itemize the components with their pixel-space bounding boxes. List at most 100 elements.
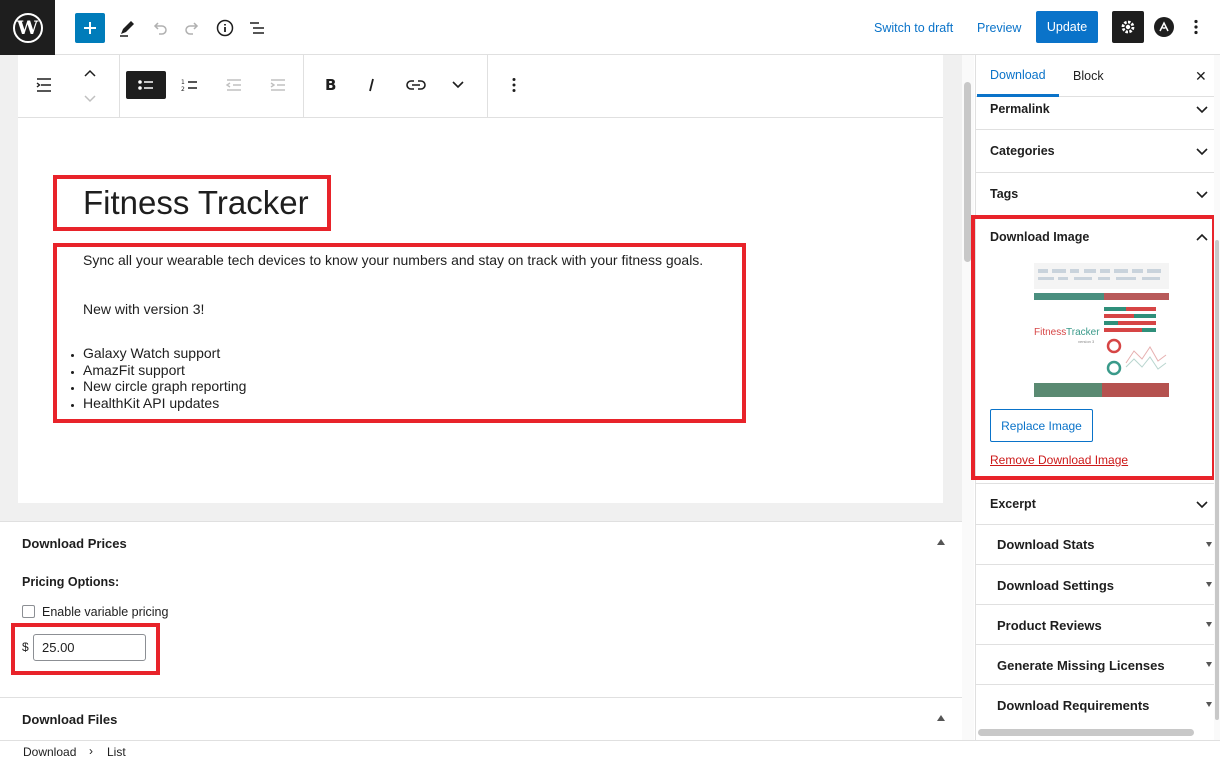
breadcrumb-item-list[interactable]: List <box>107 745 126 757</box>
indent-button[interactable] <box>258 71 298 99</box>
price-input[interactable] <box>33 634 146 661</box>
details-button[interactable] <box>210 13 240 43</box>
tab-download-label: Download <box>990 67 1046 82</box>
redo-icon <box>185 22 199 35</box>
list-item[interactable]: New circle graph reporting <box>83 378 246 395</box>
block-parent-group <box>18 55 120 118</box>
move-up-button[interactable] <box>70 63 110 83</box>
box-product-reviews[interactable]: Product Reviews <box>976 605 1214 645</box>
unordered-list-button[interactable] <box>126 71 166 99</box>
more-formats-button[interactable] <box>438 71 478 99</box>
caret-down-icon <box>1206 622 1212 627</box>
caret-down-icon <box>1206 662 1212 667</box>
list-style-group: 12 <box>120 55 304 118</box>
tab-block-label: Block <box>1073 69 1104 83</box>
block-options-button[interactable] <box>494 71 534 99</box>
undo-icon <box>153 22 167 35</box>
box-generate-missing-licenses[interactable]: Generate Missing Licenses <box>976 645 1214 685</box>
caret-down-icon <box>1206 542 1212 547</box>
description-paragraph[interactable]: Sync all your wearable tech devices to k… <box>83 252 703 268</box>
list-item[interactable]: AmazFit support <box>83 362 246 379</box>
box-download-requirements[interactable]: Download Requirements <box>976 685 1214 725</box>
wordpress-icon: W <box>12 12 43 43</box>
download-image-highlight-box <box>971 215 1216 480</box>
chevron-up-icon <box>84 69 96 77</box>
sidebar-horizontal-scrollbar[interactable] <box>978 729 1194 736</box>
list-item[interactable]: Galaxy Watch support <box>83 345 246 362</box>
bold-icon: B <box>325 77 336 93</box>
editor-top-bar: W Switch to draft Preview Update <box>0 0 1220 55</box>
bold-button[interactable]: B <box>310 71 350 99</box>
version-paragraph[interactable]: New with version 3! <box>83 301 204 317</box>
box-generate-missing-licenses-title: Generate Missing Licenses <box>997 658 1165 673</box>
sidebar-scrollbar-thumb[interactable] <box>1215 240 1219 720</box>
settings-button[interactable] <box>1112 11 1144 43</box>
undo-button[interactable] <box>145 13 175 43</box>
astra-settings-button[interactable] <box>1154 17 1174 37</box>
wordpress-logo-button[interactable]: W <box>0 0 55 55</box>
post-title[interactable]: Fitness Tracker <box>83 184 309 222</box>
move-down-button[interactable] <box>70 89 110 109</box>
box-download-settings[interactable]: Download Settings <box>976 565 1214 605</box>
text-format-group: B <box>304 55 488 118</box>
chevron-down-icon <box>1196 501 1208 509</box>
italic-button[interactable] <box>352 71 392 99</box>
kebab-icon <box>512 78 516 92</box>
chevron-down-icon <box>1196 106 1208 114</box>
variable-pricing-checkbox[interactable] <box>22 605 35 618</box>
panel-excerpt[interactable]: Excerpt <box>976 483 1214 525</box>
tab-download[interactable]: Download <box>977 55 1059 97</box>
download-files-box: Download Files <box>0 697 962 740</box>
close-icon: ✕ <box>1195 67 1207 84</box>
switch-to-draft-link[interactable]: Switch to draft <box>874 0 953 55</box>
breadcrumb-separator: › <box>89 744 93 757</box>
block-type-button[interactable] <box>24 71 64 99</box>
redo-button[interactable] <box>177 13 207 43</box>
editor-scrollbar-thumb[interactable] <box>964 82 971 262</box>
outdent-icon <box>225 79 241 91</box>
sidebar-tabs: Download Block ✕ <box>975 55 1220 97</box>
gear-icon <box>1121 20 1135 34</box>
panel-categories[interactable]: Categories <box>976 130 1214 173</box>
outdent-button[interactable] <box>214 71 254 99</box>
panel-permalink-title: Permalink <box>990 102 1050 116</box>
close-sidebar-button[interactable]: ✕ <box>1195 55 1207 97</box>
bullet-list-icon <box>138 80 153 90</box>
list-item[interactable]: HealthKit API updates <box>83 395 246 412</box>
ordered-list-button[interactable]: 12 <box>170 71 210 99</box>
box-download-stats-title: Download Stats <box>997 537 1095 552</box>
panel-permalink[interactable]: Permalink <box>976 97 1214 130</box>
link-icon <box>406 80 426 90</box>
caret-down-icon <box>1206 582 1212 587</box>
panel-tags-title: Tags <box>990 187 1019 201</box>
preview-link[interactable]: Preview <box>977 0 1021 55</box>
chevron-down-icon <box>1196 191 1208 199</box>
breadcrumb: Download › List <box>0 740 1220 757</box>
breadcrumb-item-download[interactable]: Download <box>23 745 76 757</box>
svg-text:B: B <box>325 77 336 93</box>
box-product-reviews-title: Product Reviews <box>997 618 1102 633</box>
wordpress-logo-letter: W <box>16 16 39 39</box>
panel-categories-title: Categories <box>990 144 1055 158</box>
tools-edit-button[interactable] <box>112 13 142 43</box>
caret-up-icon[interactable] <box>936 538 946 546</box>
italic-icon <box>369 78 374 92</box>
kebab-icon <box>1194 19 1198 35</box>
list-view-button[interactable] <box>242 13 272 43</box>
box-download-stats[interactable]: Download Stats <box>976 525 1214 565</box>
list-view-icon <box>250 22 264 34</box>
switch-to-draft-label: Switch to draft <box>874 20 954 35</box>
download-files-title[interactable]: Download Files <box>22 712 117 727</box>
caret-up-icon[interactable] <box>936 714 946 722</box>
feature-list[interactable]: Galaxy Watch support AmazFit support New… <box>83 345 246 411</box>
block-inserter-button[interactable] <box>75 13 105 43</box>
caret-down-icon <box>1206 702 1212 707</box>
plus-icon <box>84 22 96 34</box>
options-menu-button[interactable] <box>1188 17 1204 37</box>
panel-tags[interactable]: Tags <box>976 173 1214 216</box>
update-label: Update <box>1046 20 1088 34</box>
update-button[interactable]: Update <box>1036 11 1098 43</box>
link-button[interactable] <box>396 71 436 99</box>
tab-block[interactable]: Block <box>1073 55 1104 97</box>
download-prices-title[interactable]: Download Prices <box>22 536 127 551</box>
